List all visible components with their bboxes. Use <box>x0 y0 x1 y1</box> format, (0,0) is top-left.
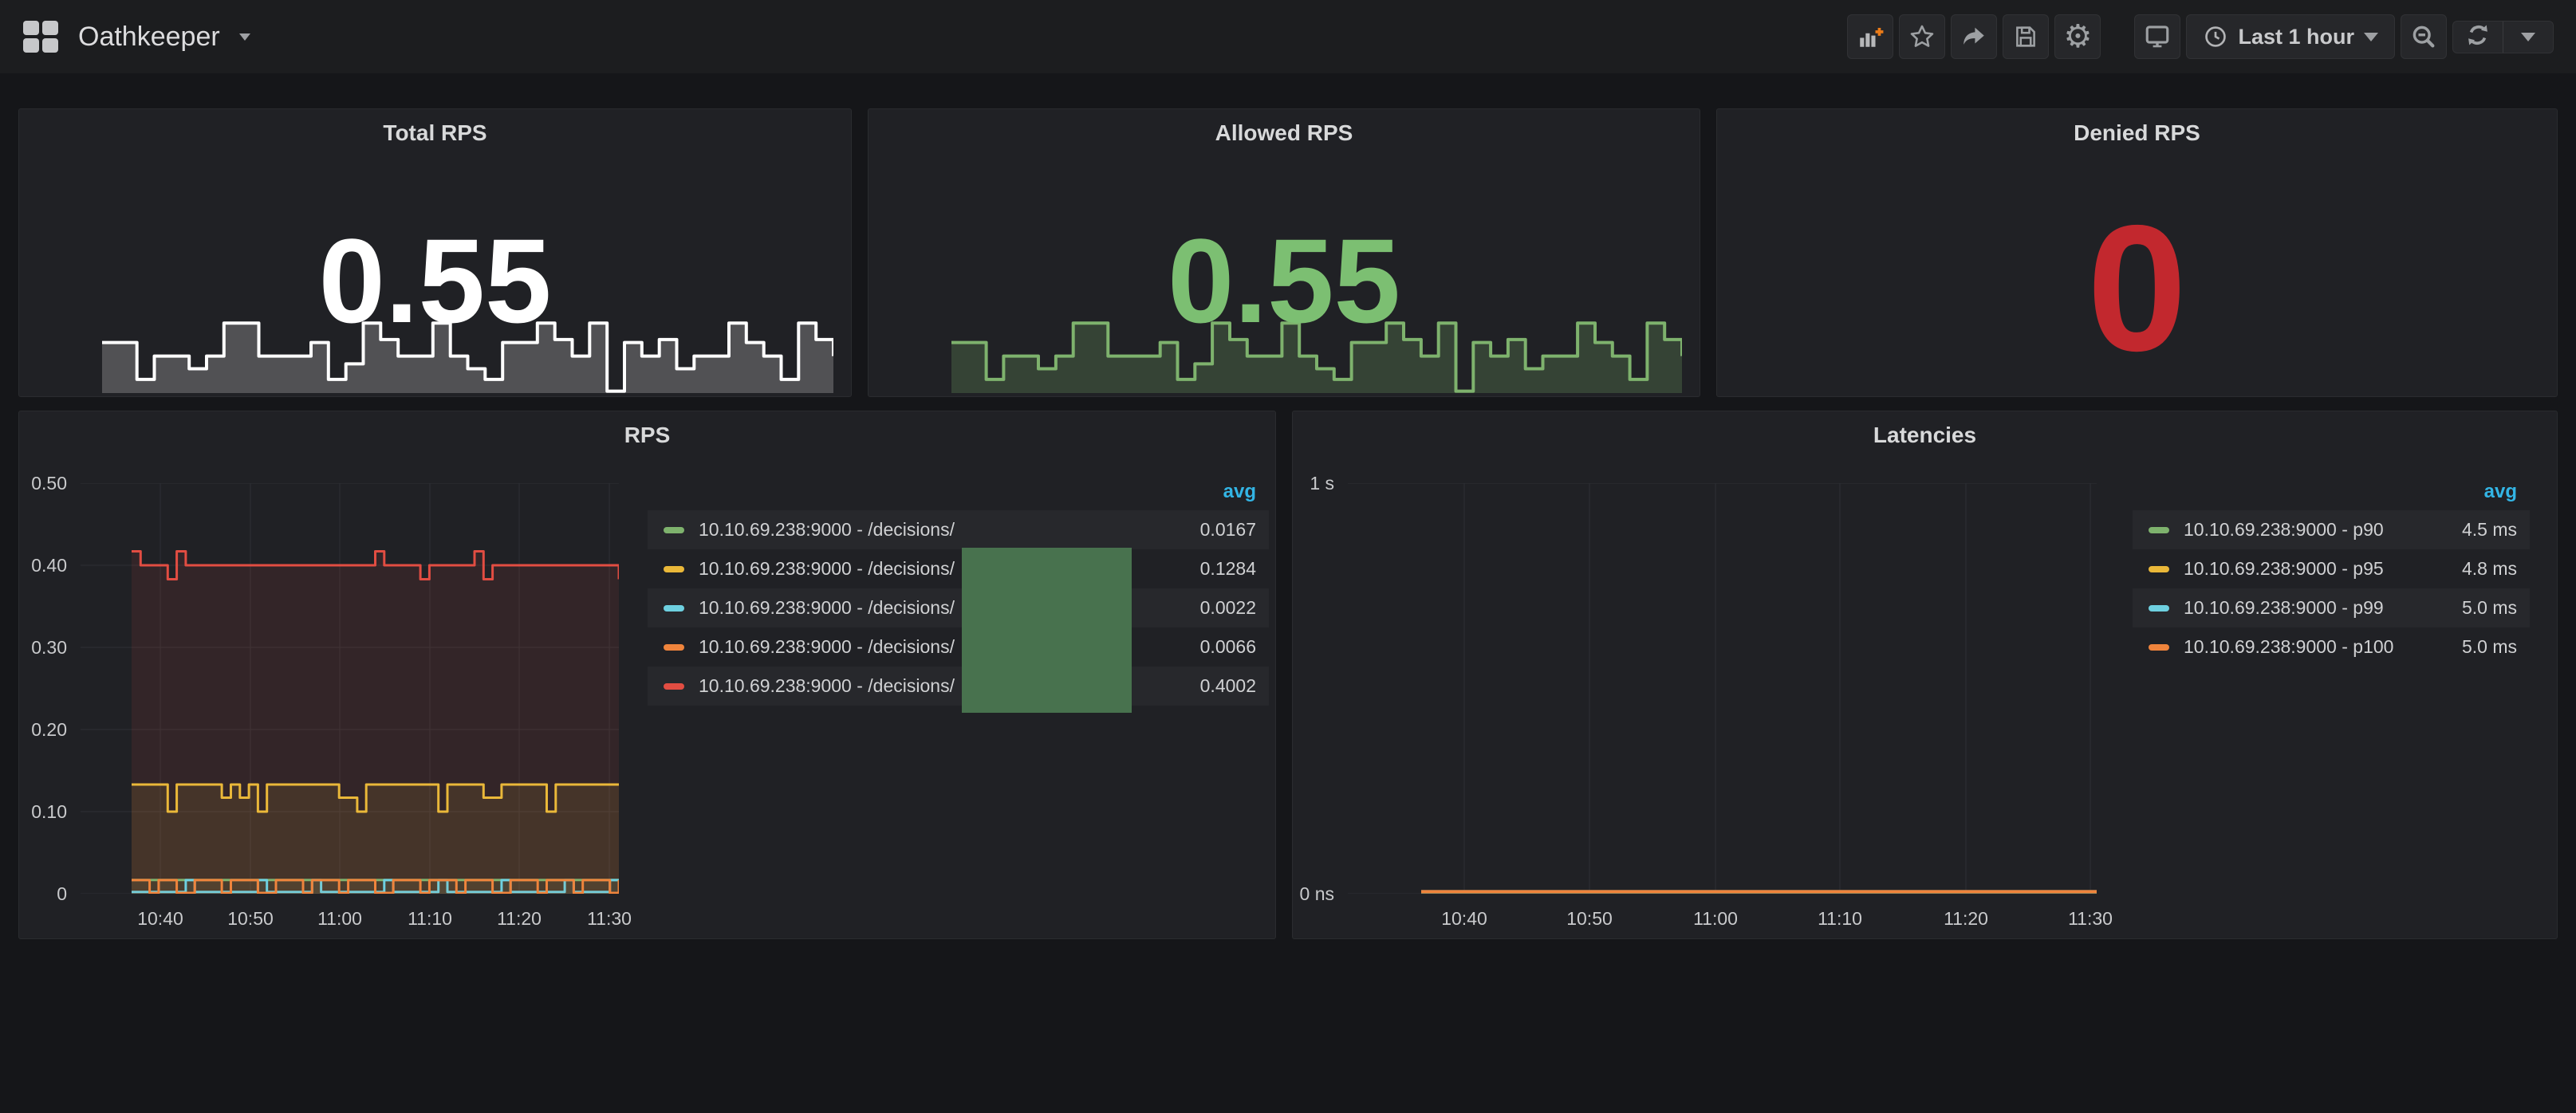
series-swatch <box>2149 566 2169 572</box>
add-panel-button[interactable] <box>1847 14 1893 59</box>
panel-title[interactable]: Latencies <box>1293 423 2557 448</box>
series-swatch <box>664 566 684 572</box>
x-axis-tick: 11:00 <box>304 908 376 930</box>
series-label: 10.10.69.238:9000 - /decisions/ <box>699 519 1200 541</box>
series-label: 10.10.69.238:9000 - p90 <box>2184 519 2462 541</box>
dashboard-settings-button[interactable]: ⚙ <box>2054 14 2101 59</box>
legend-row[interactable]: 10.10.69.238:9000 - /decisions/ 0.0066 <box>648 627 1269 667</box>
rps-legend: avg 10.10.69.238:9000 - /decisions/ 0.01… <box>648 480 1269 706</box>
navbar: Oathkeeper <box>0 0 2576 73</box>
series-avg-value: 5.0 ms <box>2462 597 2530 619</box>
x-axis-tick: 11:00 <box>1680 908 1751 930</box>
panel-latencies-graph: Latencies avg 10.10.69.238:9000 - p90 4.… <box>1292 411 2558 939</box>
legend-avg-header[interactable]: avg <box>648 480 1269 507</box>
x-axis-tick: 11:20 <box>483 908 555 930</box>
legend-row[interactable]: 10.10.69.238:9000 - p90 4.5 ms <box>2133 510 2530 549</box>
y-axis-tick: 0 <box>26 883 67 905</box>
series-swatch <box>664 527 684 533</box>
x-axis-tick: 11:30 <box>573 908 645 930</box>
series-avg-value: 0.0022 <box>1200 597 1269 619</box>
series-swatch <box>2149 644 2169 651</box>
y-axis-tick: 0.40 <box>26 555 67 576</box>
stat-value-allowed-rps: 0.55 <box>869 221 1700 340</box>
series-swatch <box>664 644 684 651</box>
panel-title[interactable]: Allowed RPS <box>869 120 1700 146</box>
y-axis-tick: 0.10 <box>26 801 67 823</box>
stat-value-total-rps: 0.55 <box>19 221 851 340</box>
series-swatch <box>2149 527 2169 533</box>
rps-plot-area[interactable] <box>81 483 619 894</box>
legend-row[interactable]: 10.10.69.238:9000 - /decisions/ 0.4002 <box>648 667 1269 706</box>
save-dashboard-button[interactable] <box>2003 14 2049 59</box>
panel-title[interactable]: Denied RPS <box>1717 120 2557 146</box>
panel-title[interactable]: Total RPS <box>19 120 851 146</box>
legend-overlay-box <box>962 548 1132 713</box>
series-label: 10.10.69.238:9000 - p95 <box>2184 558 2462 580</box>
y-axis-tick: 0.50 <box>26 473 67 494</box>
time-range-picker[interactable]: Last 1 hour <box>2186 14 2395 59</box>
chevron-down-icon <box>2364 33 2378 41</box>
star-icon <box>1908 23 1936 50</box>
legend-row[interactable]: 10.10.69.238:9000 - p95 4.8 ms <box>2133 549 2530 588</box>
latencies-plot-area[interactable] <box>1348 483 2097 894</box>
time-range-label: Last 1 hour <box>2238 25 2354 49</box>
share-dashboard-button[interactable] <box>1951 14 1997 59</box>
y-axis-tick: 0.20 <box>26 719 67 741</box>
x-axis-tick: 10:50 <box>1554 908 1625 930</box>
cycle-view-mode-button[interactable] <box>2134 14 2180 59</box>
y-axis-tick: 1 s <box>1299 473 1334 494</box>
series-label: 10.10.69.238:9000 - p99 <box>2184 597 2462 619</box>
refresh-interval-dropdown[interactable] <box>2503 22 2553 53</box>
series-avg-value: 0.0167 <box>1200 519 1269 541</box>
panel-rps-graph: RPS avg 10.10.69.238:9000 - /decisions/ … <box>18 411 1276 939</box>
chevron-down-icon <box>2521 33 2535 41</box>
panel-allowed-rps: Allowed RPS 0.55 <box>868 108 1700 397</box>
x-axis-tick: 10:40 <box>1428 908 1500 930</box>
series-swatch <box>2149 605 2169 612</box>
refresh-dashboard-button[interactable] <box>2453 22 2503 53</box>
legend-row[interactable]: 10.10.69.238:9000 - /decisions/ 0.1284 <box>648 549 1269 588</box>
share-icon <box>1960 23 1987 50</box>
x-axis-tick: 10:40 <box>124 908 196 930</box>
panel-total-rps: Total RPS 0.55 <box>18 108 852 397</box>
y-axis-tick: 0.30 <box>26 637 67 659</box>
x-axis-tick: 11:10 <box>394 908 466 930</box>
save-icon <box>2012 23 2039 50</box>
series-avg-value: 0.1284 <box>1200 558 1269 580</box>
gear-icon: ⚙ <box>2064 21 2093 53</box>
series-avg-value: 0.4002 <box>1200 675 1269 697</box>
series-avg-value: 4.5 ms <box>2462 519 2530 541</box>
clock-icon <box>2203 24 2228 49</box>
star-dashboard-button[interactable] <box>1899 14 1945 59</box>
series-avg-value: 5.0 ms <box>2462 636 2530 658</box>
x-axis-tick: 11:10 <box>1804 908 1876 930</box>
zoom-out-time-button[interactable] <box>2401 14 2447 59</box>
chevron-down-icon <box>239 33 250 41</box>
series-avg-value: 4.8 ms <box>2462 558 2530 580</box>
y-axis-tick: 0 ns <box>1299 883 1334 905</box>
add-panel-icon <box>1857 23 1884 50</box>
stat-value-denied-rps: 0 <box>1717 199 2557 378</box>
latencies-legend: avg 10.10.69.238:9000 - p90 4.5 ms 10.10… <box>2133 480 2530 667</box>
zoom-out-icon <box>2410 23 2437 50</box>
series-swatch <box>664 605 684 612</box>
panel-title[interactable]: RPS <box>19 423 1275 448</box>
legend-row[interactable]: 10.10.69.238:9000 - p99 5.0 ms <box>2133 588 2530 627</box>
series-avg-value: 0.0066 <box>1200 636 1269 658</box>
refresh-button-group <box>2452 21 2554 53</box>
x-axis-tick: 11:20 <box>1930 908 2002 930</box>
dashboard-title[interactable]: Oathkeeper <box>78 22 220 53</box>
series-swatch <box>664 683 684 690</box>
legend-row[interactable]: 10.10.69.238:9000 - /decisions/ 0.0167 <box>648 510 1269 549</box>
legend-row[interactable]: 10.10.69.238:9000 - p100 5.0 ms <box>2133 627 2530 667</box>
x-axis-tick: 10:50 <box>215 908 286 930</box>
refresh-icon <box>2464 22 2491 53</box>
legend-avg-header[interactable]: avg <box>2133 480 2530 507</box>
monitor-icon <box>2144 23 2171 50</box>
panel-denied-rps: Denied RPS 0 <box>1716 108 2558 397</box>
x-axis-tick: 11:30 <box>2054 908 2126 930</box>
legend-row[interactable]: 10.10.69.238:9000 - /decisions/ 0.0022 <box>648 588 1269 627</box>
dashboard-grid-icon[interactable] <box>22 20 59 53</box>
series-label: 10.10.69.238:9000 - p100 <box>2184 636 2462 658</box>
